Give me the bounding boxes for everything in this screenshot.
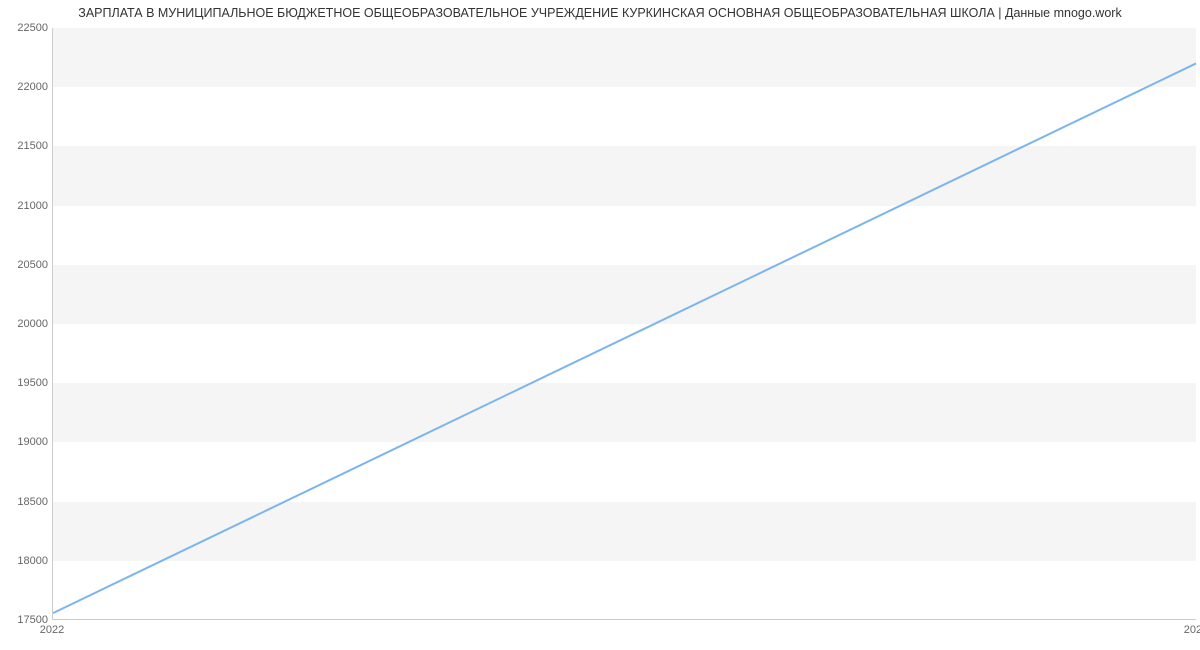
y-tick-label: 21000	[8, 200, 48, 212]
y-tick-label: 18500	[8, 496, 48, 508]
y-tick-label: 19000	[8, 436, 48, 448]
chart-title: ЗАРПЛАТА В МУНИЦИПАЛЬНОЕ БЮДЖЕТНОЕ ОБЩЕО…	[0, 6, 1200, 20]
y-tick-label: 18000	[8, 555, 48, 567]
x-tick-label: 2024	[1184, 624, 1200, 636]
y-tick-label: 21500	[8, 140, 48, 152]
y-tick-label: 20500	[8, 259, 48, 271]
y-tick-label: 22500	[8, 22, 48, 34]
y-tick-label: 19500	[8, 377, 48, 389]
y-tick-label: 20000	[8, 318, 48, 330]
x-tick-label: 2022	[40, 624, 64, 636]
y-tick-label: 22000	[8, 81, 48, 93]
data-line	[53, 28, 1196, 619]
plot-area	[52, 28, 1196, 620]
